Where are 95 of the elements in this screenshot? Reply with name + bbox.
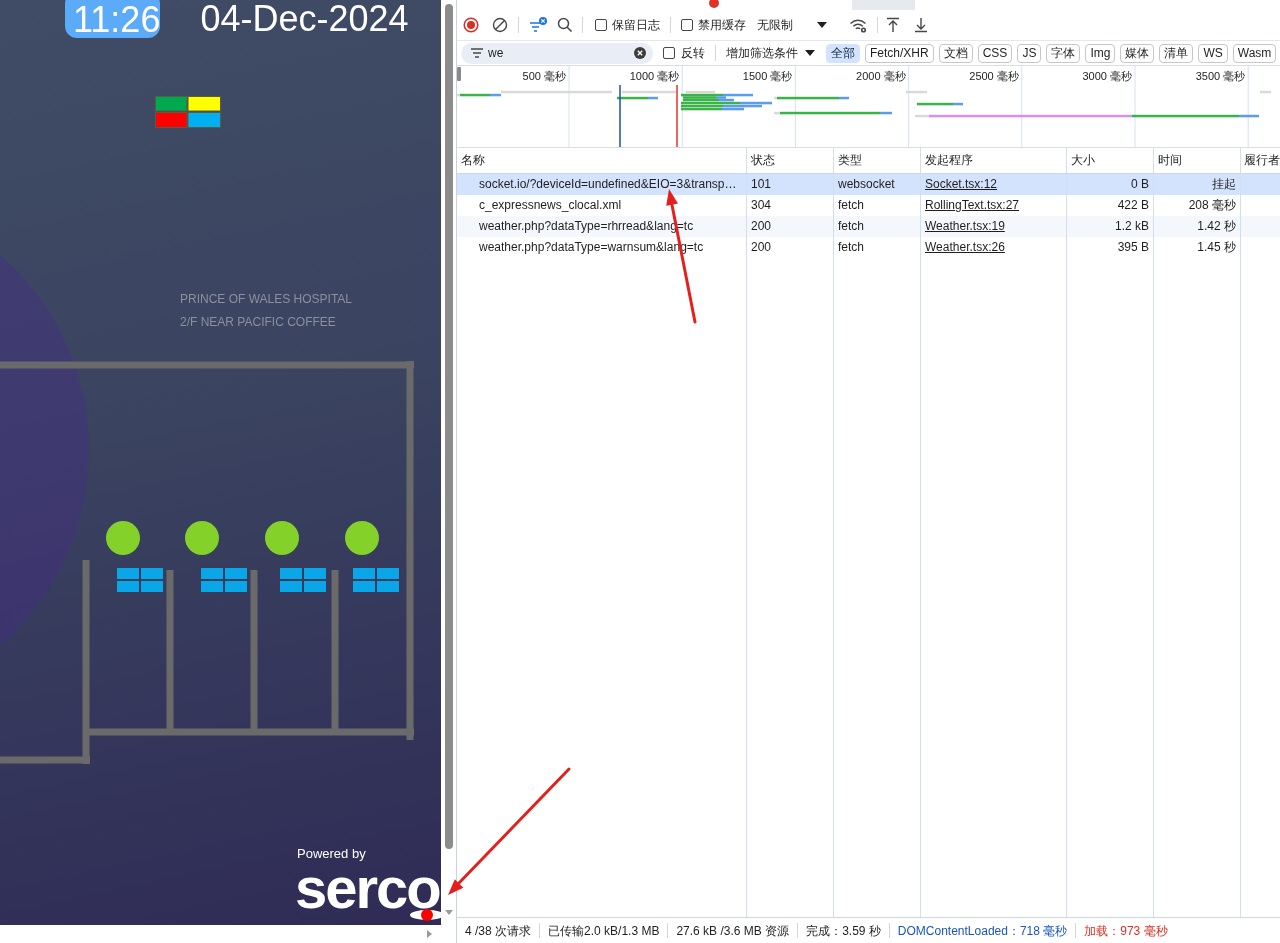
scrollbar-thumb[interactable] [444, 4, 453, 849]
type-filter-chip[interactable]: 媒体 [1120, 43, 1155, 63]
initiator-link[interactable]: Socket.tsx:12 [925, 177, 998, 191]
table-cell: websocket [834, 174, 921, 195]
request-timing-bar [1260, 90, 1271, 94]
column-header[interactable]: 名称 [457, 148, 747, 173]
load-marker [676, 84, 678, 147]
caret-icon [805, 50, 815, 56]
status-text: 4 /38 次请求 [464, 922, 533, 939]
add-filter-dropdown[interactable]: 增加筛选条件 [726, 44, 815, 62]
type-filter-chip[interactable]: 字体 [1046, 43, 1081, 63]
download-icon[interactable] [914, 17, 928, 33]
table-cell: 0 B [1067, 174, 1154, 195]
tick-label: 1000 毫秒 [629, 70, 680, 82]
column-header[interactable]: 履行者 [1241, 148, 1280, 173]
table-cell: 挂起 [1154, 174, 1241, 195]
initiator-link[interactable]: Weather.tsx:26 [925, 240, 1005, 254]
status-text: DOMContentLoaded：718 毫秒 [896, 922, 1069, 939]
request-timing-bar [622, 90, 676, 94]
clear-icon[interactable] [634, 47, 646, 59]
filter-icon [471, 48, 483, 58]
table-cell: 1.2 kB [1067, 216, 1154, 237]
clock-text: 11:26 [65, 0, 161, 38]
checkbox-label[interactable]: 禁用缓存 [698, 16, 746, 34]
table-cell: fetch [834, 216, 921, 237]
window-icon [280, 568, 326, 592]
record-icon[interactable] [463, 17, 479, 33]
type-filter-chip[interactable]: Wasm [1232, 43, 1277, 63]
clear-icon[interactable] [492, 17, 508, 33]
date-text: 04-Dec-2024 [200, 0, 409, 37]
table-cell: 200 [747, 216, 834, 237]
type-filter-chip[interactable]: JS [1017, 43, 1042, 63]
location-text: PRINCE OF WALES HOSPITAL [180, 291, 353, 308]
logo-icon [155, 96, 221, 128]
request-timing-bar [617, 96, 658, 100]
window-icon [201, 568, 247, 592]
table-cell: 395 B [1067, 237, 1154, 258]
checkbox[interactable] [595, 19, 607, 31]
status-text: 完成：3.59 秒 [805, 922, 882, 939]
status-dot-icon [106, 521, 140, 555]
checkbox-label[interactable]: 反转 [681, 44, 705, 62]
status-dot-icon [265, 521, 299, 555]
table-cell: 1.45 秒 [1154, 237, 1241, 258]
column-header[interactable]: 大小 [1067, 148, 1154, 173]
type-filter-chip[interactable]: CSS [977, 43, 1013, 63]
type-filter-chip[interactable]: Img [1085, 43, 1116, 63]
location-text: 2/F NEAR PACIFIC COFFEE [180, 314, 336, 331]
window-icon [117, 568, 163, 592]
status-dot-icon [345, 521, 379, 555]
scroll-down-arrow-icon[interactable] [444, 910, 453, 915]
tick-label: 2000 毫秒 [856, 70, 906, 82]
filter-field[interactable]: we [461, 42, 653, 64]
table-cell: 200 [747, 237, 834, 258]
powered-by-text: Powered by [297, 846, 366, 862]
caret-icon [817, 22, 827, 28]
type-filter-chip[interactable]: 全部 [826, 43, 860, 63]
wifi-gear-icon[interactable] [849, 17, 867, 33]
dom-content-loaded-marker [619, 84, 621, 147]
request-timing-bar [917, 102, 963, 106]
initiator-link[interactable]: RollingText.tsx:27 [925, 198, 1020, 212]
checkbox-label[interactable]: 保留日志 [612, 16, 660, 34]
tick-label: 500 毫秒 [522, 70, 566, 82]
column-header[interactable]: 类型 [834, 148, 921, 173]
throttling-dropdown[interactable]: 无限制 [757, 16, 827, 34]
checkbox[interactable] [663, 47, 675, 59]
overview-handle[interactable] [457, 67, 461, 81]
scroll-right-arrow-icon[interactable] [427, 930, 432, 938]
table-row[interactable]: socket.io/?deviceId=undefined&EIO=3&transp… 101 websocket Socket.tsx:12 0 B 挂起 [457, 174, 1280, 195]
checkbox[interactable] [681, 19, 693, 31]
type-filter-chip[interactable]: WS [1198, 43, 1228, 63]
column-header[interactable]: 状态 [747, 148, 834, 173]
tick-label: 3500 毫秒 [1195, 70, 1246, 82]
tick-label: 1500 毫秒 [742, 70, 793, 82]
status-text: 加载：973 毫秒 [1083, 922, 1169, 939]
search-icon[interactable] [557, 17, 573, 33]
request-timing-bar [906, 90, 927, 94]
brand-wordmark: serco [295, 866, 440, 910]
status-dot-icon [185, 521, 219, 555]
initiator-link[interactable]: Weather.tsx:19 [925, 219, 1005, 233]
type-filter-chip[interactable]: 清单 [1159, 43, 1194, 63]
tick-label: 2500 毫秒 [969, 70, 1019, 82]
window-icon [353, 568, 399, 592]
filter-icon[interactable] [529, 17, 547, 33]
tick-label: 3000 毫秒 [1082, 70, 1132, 82]
status-text: 已传输2.0 kB/1.3 MB [547, 922, 661, 939]
column-header[interactable]: 发起程序 [921, 148, 1067, 173]
table-cell: 1.42 秒 [1154, 216, 1241, 237]
status-text: 27.6 kB /3.6 MB 资源 [675, 922, 791, 939]
table-cell: 101 [747, 174, 834, 195]
column-header[interactable]: 时间 [1154, 148, 1241, 173]
upload-icon[interactable] [886, 17, 900, 33]
type-filter-chip[interactable]: Fetch/XHR [865, 43, 934, 63]
table-cell: fetch [834, 237, 921, 258]
error-badge-icon [709, 0, 719, 8]
type-filter-chip[interactable]: 文档 [938, 43, 973, 63]
